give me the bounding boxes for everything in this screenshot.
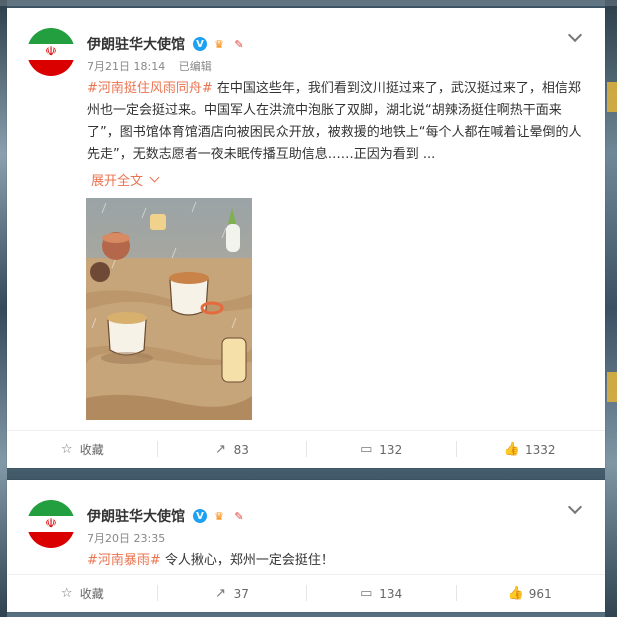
background-mark: [607, 372, 617, 402]
favorite-label: 收藏: [79, 587, 104, 601]
edited-label: 已编辑: [178, 60, 212, 73]
like-button[interactable]: 👍 961: [455, 575, 606, 612]
author-row: 伊朗驻华大使馆 V ♛ ✎: [87, 506, 247, 526]
flood-illustration-image: [86, 198, 252, 420]
post-date[interactable]: 7月20日 23:35: [87, 532, 165, 545]
author-name[interactable]: 伊朗驻华大使馆: [87, 506, 185, 526]
verified-v-icon[interactable]: V: [193, 509, 207, 523]
hashtag-link[interactable]: #河南暴雨#: [87, 553, 161, 568]
post-text: #河南暴雨# 令人揪心，郑州一定会挺住！: [87, 550, 592, 572]
background-edge-left: [0, 0, 7, 617]
repost-count: 83: [233, 442, 249, 457]
favorite-label: 收藏: [79, 443, 104, 457]
post-image[interactable]: [86, 198, 252, 420]
post-text: #河南挺住风雨同舟# 在中国这些年，我们看到汶川挺过来了，武汉挺过来了，相信郑州…: [87, 78, 592, 166]
author-row: 伊朗驻华大使馆 V ♛ ✎: [87, 34, 247, 54]
like-button[interactable]: 👍 1332: [455, 431, 606, 468]
iran-emblem-icon: ☫: [45, 516, 57, 532]
chevron-down-icon[interactable]: [567, 500, 583, 516]
iran-emblem-icon: ☫: [45, 44, 57, 60]
thumbs-up-icon: 👍: [503, 442, 521, 457]
comment-icon: ▭: [360, 586, 373, 601]
like-count: 961: [528, 586, 552, 601]
expand-full-text-link[interactable]: 展开全文: [91, 170, 160, 189]
repost-icon: ↗: [215, 442, 227, 457]
repost-count: 37: [233, 586, 249, 601]
post-date[interactable]: 7月21日 18:14: [87, 60, 165, 73]
favorite-button[interactable]: ☆ 收藏: [7, 575, 157, 612]
expand-label: 展开全文: [91, 174, 144, 189]
avatar[interactable]: ☫: [27, 500, 75, 548]
comment-count: 134: [379, 586, 403, 601]
crown-badge-icon[interactable]: ♛: [211, 509, 227, 523]
repost-icon: ↗: [215, 586, 227, 601]
comment-button[interactable]: ▭ 132: [306, 431, 456, 468]
fan-badge-icon[interactable]: ✎: [231, 509, 247, 523]
post-action-bar: ☆ 收藏 ↗ 37 ▭ 134 👍 961: [7, 574, 605, 612]
repost-button[interactable]: ↗ 37: [156, 575, 307, 612]
comment-icon: ▭: [360, 442, 373, 457]
background-mark: [607, 82, 617, 112]
comment-button[interactable]: ▭ 134: [306, 575, 456, 612]
repost-button[interactable]: ↗ 83: [156, 431, 307, 468]
author-name[interactable]: 伊朗驻华大使馆: [87, 34, 185, 54]
chevron-down-icon[interactable]: [567, 28, 583, 44]
post-action-bar: ☆ 收藏 ↗ 83 ▭ 132 👍 1332: [7, 430, 605, 468]
star-icon: ☆: [60, 442, 73, 457]
weibo-post-card: ☫ 伊朗驻华大使馆 V ♛ ✎ 7月20日 23:35 #河南暴雨# 令人揪心，…: [7, 480, 605, 612]
post-meta: 7月20日 23:35: [87, 530, 165, 546]
post-body: 令人揪心，郑州一定会挺住！: [160, 553, 334, 568]
hashtag-link[interactable]: #河南挺住风雨同舟#: [87, 81, 213, 96]
verified-v-icon[interactable]: V: [193, 37, 207, 51]
star-icon: ☆: [60, 586, 73, 601]
crown-badge-icon[interactable]: ♛: [211, 37, 227, 51]
weibo-post-card: ☫ 伊朗驻华大使馆 V ♛ ✎ 7月21日 18:14 已编辑 #河南挺住风雨同…: [7, 8, 605, 468]
background-band: [0, 0, 617, 6]
avatar[interactable]: ☫: [27, 28, 75, 76]
comment-count: 132: [379, 442, 403, 457]
post-meta: 7月21日 18:14 已编辑: [87, 58, 212, 74]
chevron-down-icon: [149, 172, 160, 183]
fan-badge-icon[interactable]: ✎: [231, 37, 247, 51]
favorite-button[interactable]: ☆ 收藏: [7, 431, 157, 468]
like-count: 1332: [524, 442, 556, 457]
thumbs-up-icon: 👍: [507, 586, 524, 601]
